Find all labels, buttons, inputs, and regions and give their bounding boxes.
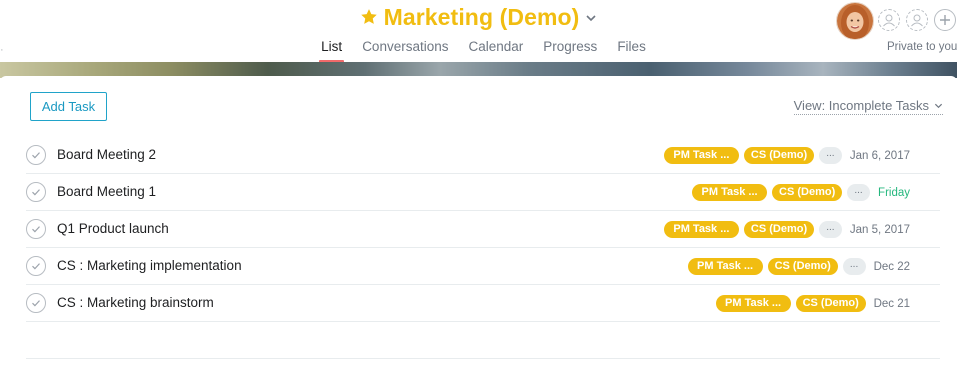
more-tags-button[interactable]: ... [847, 184, 871, 201]
tag-badge[interactable]: PM Task ... [692, 184, 768, 201]
task-row[interactable]: Q1 Product launch PM Task ... CS (Demo) … [26, 211, 940, 248]
tab-list[interactable]: List [319, 37, 345, 63]
task-tags: PM Task ... CS (Demo) Dec 21 [715, 295, 910, 312]
tag-badge[interactable]: PM Task ... [687, 258, 763, 275]
due-date[interactable]: Dec 22 [874, 261, 910, 273]
task-row[interactable]: CS : Marketing implementation PM Task ..… [26, 248, 940, 285]
task-tags: PM Task ... CS (Demo) ... Friday [692, 184, 910, 201]
tag-badge[interactable]: CS (Demo) [743, 221, 814, 238]
complete-check-icon[interactable] [26, 256, 46, 276]
view-filter-label: View: Incomplete Tasks [793, 98, 929, 113]
tag-badge[interactable]: CS (Demo) [767, 258, 838, 275]
task-name[interactable]: Board Meeting 1 [57, 184, 156, 199]
task-row[interactable]: Board Meeting 2 PM Task ... CS (Demo) ..… [26, 137, 940, 174]
tab-conversations[interactable]: Conversations [362, 37, 448, 61]
complete-check-icon[interactable] [26, 145, 46, 165]
more-tags-button[interactable]: ... [842, 258, 866, 275]
task-tags: PM Task ... CS (Demo) ... Jan 6, 2017 [663, 147, 910, 164]
view-filter-dropdown[interactable]: View: Incomplete Tasks [793, 98, 943, 115]
task-tags: PM Task ... CS (Demo) ... Dec 22 [687, 258, 910, 275]
tag-badge[interactable]: CS (Demo) [743, 147, 814, 164]
chevron-down-icon[interactable] [585, 12, 597, 24]
tag-badge[interactable]: CS (Demo) [795, 295, 866, 312]
task-name[interactable]: Board Meeting 2 [57, 147, 156, 162]
complete-check-icon[interactable] [26, 219, 46, 239]
more-tags-button[interactable]: ... [818, 147, 842, 164]
chevron-down-icon [934, 103, 943, 109]
tab-calendar[interactable]: Calendar [468, 37, 523, 61]
due-date[interactable]: Jan 6, 2017 [850, 150, 910, 162]
tag-badge[interactable]: PM Task ... [663, 221, 739, 238]
privacy-label[interactable]: Private to you [887, 41, 957, 53]
complete-check-icon[interactable] [26, 182, 46, 202]
due-date[interactable]: Friday [878, 187, 910, 199]
page-title[interactable]: Marketing (Demo) [384, 4, 580, 31]
tag-badge[interactable]: PM Task ... [715, 295, 791, 312]
more-tags-button[interactable]: ... [818, 221, 842, 238]
plus-icon[interactable] [934, 9, 956, 31]
task-name[interactable]: CS : Marketing implementation [57, 258, 242, 273]
project-header: · Marketing (Demo) List Conversations Ca… [0, 0, 957, 64]
member-placeholder-icon[interactable] [906, 9, 928, 31]
due-date[interactable]: Jan 5, 2017 [850, 224, 910, 236]
tag-badge[interactable]: CS (Demo) [772, 184, 843, 201]
tab-files[interactable]: Files [617, 37, 646, 61]
task-row[interactable]: CS : Marketing brainstorm PM Task ... CS… [26, 285, 940, 322]
due-date[interactable]: Dec 21 [874, 298, 910, 310]
avatar[interactable] [836, 2, 874, 40]
project-tabs: List Conversations Calendar Progress Fil… [0, 37, 957, 63]
list-divider [26, 358, 940, 359]
complete-check-icon[interactable] [26, 293, 46, 313]
add-task-button[interactable]: Add Task [30, 92, 107, 121]
project-title-bar: Marketing (Demo) [0, 0, 957, 34]
task-name[interactable]: CS : Marketing brainstorm [57, 295, 214, 310]
task-row[interactable]: Board Meeting 1 PM Task ... CS (Demo) ..… [26, 174, 940, 211]
task-tags: PM Task ... CS (Demo) ... Jan 5, 2017 [663, 221, 910, 238]
task-name[interactable]: Q1 Product launch [57, 221, 169, 236]
star-icon[interactable] [360, 8, 378, 26]
tag-badge[interactable]: PM Task ... [663, 147, 739, 164]
tab-progress[interactable]: Progress [543, 37, 597, 61]
member-placeholder-icon[interactable] [878, 9, 900, 31]
